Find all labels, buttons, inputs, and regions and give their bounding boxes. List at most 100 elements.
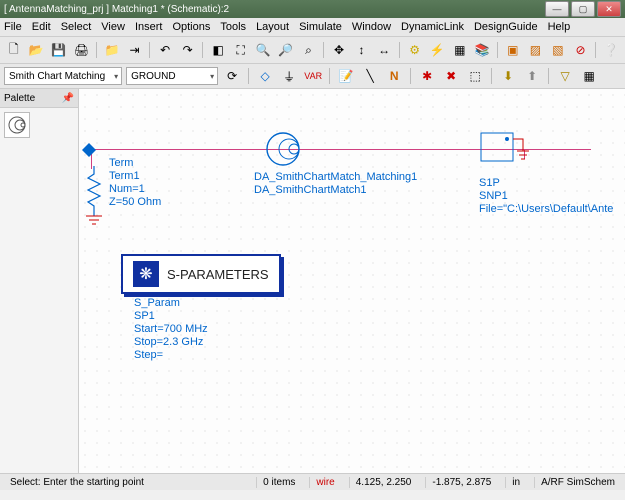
status-hint: Select: Enter the starting point — [4, 477, 150, 488]
component-combo-value: GROUND — [131, 71, 175, 82]
separator — [202, 42, 203, 58]
box3-icon[interactable]: ▧ — [548, 40, 568, 60]
menu-tools[interactable]: Tools — [220, 21, 246, 33]
wire-icon[interactable]: ╲ — [360, 66, 380, 86]
ground-icon[interactable]: ⏚ — [279, 66, 299, 86]
main-area: Palette 📌 Term Term1 Num=1 Z=50 Ohm DA_S… — [0, 89, 625, 473]
schematic-canvas[interactable]: Term Term1 Num=1 Z=50 Ohm DA_SmithChartM… — [79, 89, 625, 473]
separator — [149, 42, 150, 58]
save-icon[interactable]: 💾 — [49, 40, 69, 60]
folder-icon[interactable]: 📁 — [102, 40, 122, 60]
palette-header: Palette 📌 — [0, 89, 78, 108]
box2-icon[interactable]: ▨ — [526, 40, 546, 60]
titlebar: [ AntennaMatching_prj ] Matching1 * (Sch… — [0, 0, 625, 18]
library-icon[interactable]: 📚 — [473, 40, 493, 60]
var-icon[interactable]: VAR — [303, 66, 323, 86]
zoom-fit-icon[interactable]: ⛶ — [231, 40, 251, 60]
menu-edit[interactable]: Edit — [32, 21, 51, 33]
separator — [329, 68, 330, 84]
redo-icon[interactable]: ↷ — [178, 40, 198, 60]
sparam-labels: S_Param SP1 Start=700 MHz Stop=2.3 GHz S… — [134, 297, 208, 362]
window-controls: — ▢ ✕ — [545, 1, 621, 17]
separator — [410, 68, 411, 84]
print-icon[interactable]: 🖨 — [72, 40, 92, 60]
marker-icon[interactable]: ▽ — [555, 66, 575, 86]
display-icon[interactable]: ▦ — [450, 40, 470, 60]
palette-combo[interactable]: Smith Chart Matching — [4, 67, 122, 85]
status-coord1: 4.125, 2.250 — [349, 477, 418, 488]
menubar: File Edit Select View Insert Options Too… — [0, 18, 625, 37]
gear-icon: ❋ — [133, 261, 159, 287]
status-items: 0 items — [256, 477, 301, 488]
undo-icon[interactable]: ↶ — [155, 40, 175, 60]
separator — [399, 42, 400, 58]
smith-labels: DA_SmithChartMatch_Matching1 DA_SmithCha… — [254, 171, 417, 197]
menu-dynamiclink[interactable]: DynamicLink — [401, 21, 464, 33]
short-icon[interactable]: ⬚ — [465, 66, 485, 86]
text-icon[interactable]: 📝 — [336, 66, 356, 86]
separator — [248, 68, 249, 84]
push-icon[interactable]: ⬇ — [498, 66, 518, 86]
menu-file[interactable]: File — [4, 21, 22, 33]
palette-pin-icon[interactable]: 📌 — [62, 93, 74, 104]
smith-symbol — [263, 129, 303, 169]
view1-icon[interactable]: ◧ — [208, 40, 228, 60]
toolbar-2: Smith Chart Matching GROUND ⟳ ◇ ⏚ VAR 📝 … — [0, 64, 625, 89]
box1-icon[interactable]: ▣ — [503, 40, 523, 60]
menu-simulate[interactable]: Simulate — [299, 21, 342, 33]
statusbar: Select: Enter the starting point 0 items… — [0, 473, 625, 490]
open-icon[interactable]: 📂 — [27, 40, 47, 60]
pan-side-icon[interactable]: ↔ — [374, 40, 394, 60]
palette-smith-icon[interactable] — [4, 112, 30, 138]
status-mode: wire — [309, 477, 340, 488]
menu-designguide[interactable]: DesignGuide — [474, 21, 538, 33]
star-icon[interactable]: ✱ — [417, 66, 437, 86]
menu-layout[interactable]: Layout — [256, 21, 289, 33]
menu-select[interactable]: Select — [61, 21, 92, 33]
maximize-button[interactable]: ▢ — [571, 1, 595, 17]
pan-up-icon[interactable]: ↕ — [352, 40, 372, 60]
term-symbol — [84, 166, 104, 236]
s1p-labels: S1P SNP1 File="C:\Users\Default\Ante — [479, 177, 613, 216]
separator — [323, 42, 324, 58]
term-diamond — [82, 143, 96, 157]
snap-icon[interactable]: ▦ — [579, 66, 599, 86]
status-coord2: -1.875, 2.875 — [425, 477, 497, 488]
menu-options[interactable]: Options — [172, 21, 210, 33]
palette-panel: Palette 📌 — [0, 89, 79, 473]
move-icon[interactable]: ✥ — [329, 40, 349, 60]
separator — [595, 42, 596, 58]
zoom-area-icon[interactable]: ⌕ — [299, 40, 319, 60]
end-icon[interactable]: ⇥ — [125, 40, 145, 60]
palette-title: Palette — [4, 93, 35, 104]
separator — [491, 68, 492, 84]
menu-help[interactable]: Help — [548, 21, 571, 33]
palette-body — [0, 108, 78, 473]
cancel-icon[interactable]: ⊘ — [571, 40, 591, 60]
minimize-button[interactable]: — — [545, 1, 569, 17]
s1p-symbol — [479, 131, 539, 171]
port-icon[interactable]: ◇ — [255, 66, 275, 86]
help-icon[interactable]: ❔ — [601, 40, 621, 60]
separator — [497, 42, 498, 58]
name-icon[interactable]: N — [384, 66, 404, 86]
tune-icon[interactable]: ⚡ — [427, 40, 447, 60]
new-icon[interactable]: 🗋 — [4, 40, 24, 60]
window-title: [ AntennaMatching_prj ] Matching1 * (Sch… — [4, 4, 545, 15]
zoom-in-icon[interactable]: 🔍 — [254, 40, 274, 60]
sparam-title: S-PARAMETERS — [167, 268, 269, 281]
pop-icon[interactable]: ⬆ — [522, 66, 542, 86]
sparam-controller: ❋ S-PARAMETERS — [121, 254, 281, 294]
zoom-out-icon[interactable]: 🔎 — [276, 40, 296, 60]
toolbar-1: 🗋 📂 💾 🖨 📁 ⇥ ↶ ↷ ◧ ⛶ 🔍 🔎 ⌕ ✥ ↕ ↔ ⚙ ⚡ ▦ 📚 … — [0, 37, 625, 64]
component-combo[interactable]: GROUND — [126, 67, 218, 85]
separator — [96, 42, 97, 58]
history-icon[interactable]: ⟳ — [222, 66, 242, 86]
close-button[interactable]: ✕ — [597, 1, 621, 17]
separator — [548, 68, 549, 84]
deactivate-icon[interactable]: ✖ — [441, 66, 461, 86]
menu-insert[interactable]: Insert — [135, 21, 163, 33]
menu-view[interactable]: View — [101, 21, 125, 33]
menu-window[interactable]: Window — [352, 21, 391, 33]
simulate-icon[interactable]: ⚙ — [405, 40, 425, 60]
